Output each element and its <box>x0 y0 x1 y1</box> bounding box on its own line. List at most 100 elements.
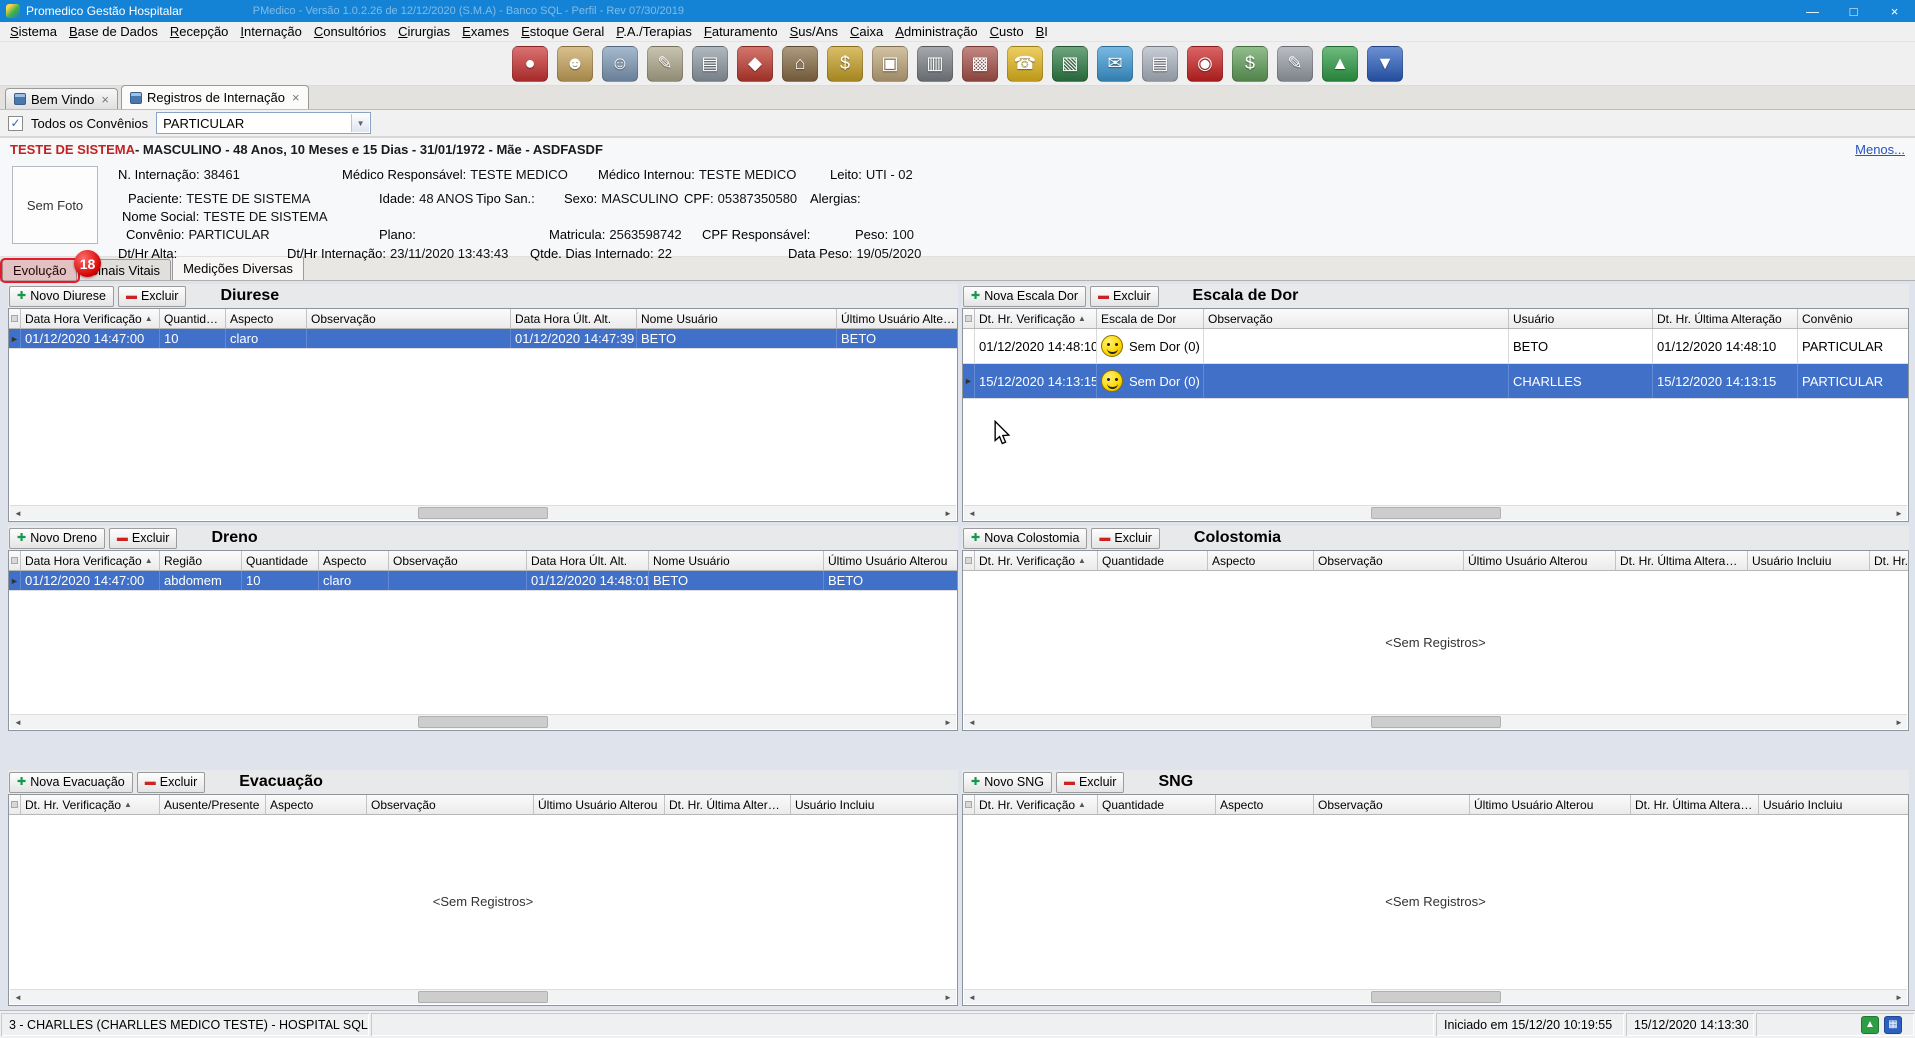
scrollbar-track[interactable] <box>26 506 940 520</box>
close-button[interactable]: × <box>1874 0 1915 22</box>
button-excluir[interactable]: ▬Excluir <box>1090 286 1159 307</box>
tab-close-icon[interactable]: × <box>101 92 109 107</box>
menu-item-bi[interactable]: BI <box>1030 22 1054 41</box>
menu-item-caixa[interactable]: Caixa <box>844 22 889 41</box>
column-header-aspecto[interactable]: Aspecto <box>1208 551 1314 570</box>
column-header-dt-hr-ultima-alteracao[interactable]: Dt. Hr. Última Alteração <box>665 795 791 814</box>
menu-item-sus-ans[interactable]: Sus/Ans <box>784 22 844 41</box>
scrollbar-track[interactable] <box>980 506 1891 520</box>
todos-convenios-checkbox[interactable]: ✓ <box>8 116 23 131</box>
column-header-aspecto[interactable]: Aspecto <box>319 551 389 570</box>
menu-item-exames[interactable]: Exames <box>456 22 515 41</box>
scroll-right-icon[interactable]: ► <box>1891 506 1907 520</box>
menu-item-cirurgias[interactable]: Cirurgias <box>392 22 456 41</box>
scrollbar-track[interactable] <box>980 990 1891 1004</box>
button-excluir[interactable]: ▬Excluir <box>137 772 206 793</box>
ledger-icon[interactable]: ▧ <box>1052 46 1088 82</box>
warehouse-icon[interactable]: ⌂ <box>782 46 818 82</box>
machine-icon[interactable]: ▩ <box>962 46 998 82</box>
scroll-left-icon[interactable]: ◄ <box>10 990 26 1004</box>
column-header-aspecto[interactable]: Aspecto <box>226 309 307 328</box>
menu-item-custo[interactable]: Custo <box>984 22 1030 41</box>
button-nova-evacuacao[interactable]: ✚Nova Evacuação <box>9 772 133 793</box>
safe-icon[interactable]: ▥ <box>917 46 953 82</box>
column-header-dt-hr-verificacao[interactable]: Dt. Hr. Verificação▲ <box>975 551 1098 570</box>
column-header-nome-usuario[interactable]: Nome Usuário <box>649 551 824 570</box>
column-header-observacao[interactable]: Observação <box>389 551 527 570</box>
scrollbar-thumb[interactable] <box>1371 716 1501 728</box>
chevron-down-icon[interactable]: ▼ <box>351 114 369 132</box>
column-header-convenio[interactable]: Convênio <box>1798 309 1909 328</box>
menu-item-faturamento[interactable]: Faturamento <box>698 22 784 41</box>
horizontal-scrollbar[interactable]: ◄► <box>964 989 1907 1004</box>
package-icon[interactable]: ▣ <box>872 46 908 82</box>
tab-close-icon[interactable]: × <box>292 90 300 105</box>
column-header-data-hora-ult-alt[interactable]: Data Hora Últ. Alt. <box>511 309 637 328</box>
button-novo-sng[interactable]: ✚Novo SNG <box>963 772 1052 793</box>
column-header-regiao[interactable]: Região <box>160 551 242 570</box>
convenio-combobox[interactable]: PARTICULAR ▼ <box>156 112 371 134</box>
minimize-button[interactable]: — <box>1792 0 1833 22</box>
column-header-escala-de-dor[interactable]: Escala de Dor <box>1097 309 1204 328</box>
menu-item-recepcao[interactable]: Recepção <box>164 22 235 41</box>
menu-item-p-a-terapias[interactable]: P.A./Terapias <box>610 22 698 41</box>
column-header-usuario-incluiu[interactable]: Usuário Incluiu <box>791 795 958 814</box>
column-header-nome-usuario[interactable]: Nome Usuário <box>637 309 837 328</box>
table-row[interactable]: ►15/12/2020 14:13:15Sem Dor (0)CHARLLES1… <box>963 364 1908 399</box>
column-header-data-hora-verificacao[interactable]: Data Hora Verificação▲ <box>21 309 160 328</box>
database-icon[interactable]: ▦ <box>1884 1016 1902 1034</box>
scroll-left-icon[interactable]: ◄ <box>10 715 26 729</box>
button-excluir[interactable]: ▬Excluir <box>118 286 187 307</box>
phone-icon[interactable]: ☎ <box>1007 46 1043 82</box>
horizontal-scrollbar[interactable]: ◄► <box>10 989 956 1004</box>
column-header-dt-hr-verificacao[interactable]: Dt. Hr. Verificação▲ <box>975 309 1097 328</box>
column-header-data-hora-ult-alt[interactable]: Data Hora Últ. Alt. <box>527 551 649 570</box>
globe-icon[interactable]: ● <box>512 46 548 82</box>
button-nova-colostomia[interactable]: ✚Nova Colostomia <box>963 528 1087 549</box>
scrollbar-track[interactable] <box>26 990 940 1004</box>
report-icon[interactable]: ▤ <box>1142 46 1178 82</box>
menu-item-administracao[interactable]: Administração <box>889 22 983 41</box>
scroll-right-icon[interactable]: ► <box>940 990 956 1004</box>
column-header-ultimo-usuario-alterou[interactable]: Último Usuário Alterou <box>1470 795 1631 814</box>
horizontal-scrollbar[interactable]: ◄► <box>10 714 956 729</box>
column-header-observacao[interactable]: Observação <box>1314 795 1470 814</box>
column-header-dt-hr-ultima-alteracao[interactable]: Dt. Hr. Última Alteração <box>1616 551 1748 570</box>
scrollbar-thumb[interactable] <box>1371 507 1501 519</box>
column-header-aspecto[interactable]: Aspecto <box>266 795 367 814</box>
people-icon[interactable]: ☻ <box>557 46 593 82</box>
column-header-usuario[interactable]: Usuário <box>1509 309 1653 328</box>
money-icon[interactable]: $ <box>827 46 863 82</box>
column-header-ultimo-usuario-alterou[interactable]: Último Usuário Alterou <box>824 551 958 570</box>
horizontal-scrollbar[interactable]: ◄► <box>964 714 1907 729</box>
scrollbar-thumb[interactable] <box>418 716 548 728</box>
scroll-right-icon[interactable]: ► <box>1891 715 1907 729</box>
button-novo-dreno[interactable]: ✚Novo Dreno <box>9 528 105 549</box>
table-row[interactable]: ►01/12/2020 14:47:00abdomem10claro01/12/… <box>9 571 957 591</box>
power-icon[interactable]: ◉ <box>1187 46 1223 82</box>
column-header-usuario-incluiu[interactable]: Usuário Incluiu <box>1759 795 1909 814</box>
button-excluir[interactable]: ▬Excluir <box>109 528 178 549</box>
column-header-ultimo-usuario-alterou[interactable]: Último Usuário Alterou <box>534 795 665 814</box>
notes-icon[interactable]: ✎ <box>1277 46 1313 82</box>
tab-registros-de-internacao[interactable]: Registros de Internação× <box>121 85 309 109</box>
ambulance-icon[interactable]: ◆ <box>737 46 773 82</box>
column-header-quantidade[interactable]: Quantidade <box>1098 551 1208 570</box>
monitor-icon[interactable]: ▲ <box>1861 1016 1879 1034</box>
scrollbar-thumb[interactable] <box>418 507 548 519</box>
menu-item-internacao[interactable]: Internação <box>234 22 307 41</box>
column-header-dt-hr-verificacao[interactable]: Dt. Hr. Verificação▲ <box>21 795 160 814</box>
button-excluir[interactable]: ▬Excluir <box>1056 772 1125 793</box>
menu-item-estoque-geral[interactable]: Estoque Geral <box>515 22 610 41</box>
menu-item-base-de-dados[interactable]: Base de Dados <box>63 22 164 41</box>
horizontal-scrollbar[interactable]: ◄► <box>964 505 1907 520</box>
column-header-dt-hr-ultima-alteracao[interactable]: Dt. Hr. Última Alteração <box>1631 795 1759 814</box>
column-header-observacao[interactable]: Observação <box>1204 309 1509 328</box>
column-header-data-hora-verificacao[interactable]: Data Hora Verificação▲ <box>21 551 160 570</box>
column-header-observacao[interactable]: Observação <box>307 309 511 328</box>
scrollbar-thumb[interactable] <box>418 991 548 1003</box>
table-row[interactable]: 01/12/2020 14:48:10Sem Dor (0)BETO01/12/… <box>963 329 1908 364</box>
column-header-dt-hr-verificacao[interactable]: Dt. Hr. Verificação▲ <box>975 795 1098 814</box>
reception-icon[interactable]: ☺ <box>602 46 638 82</box>
chart-blue-icon[interactable]: ▼ <box>1367 46 1403 82</box>
